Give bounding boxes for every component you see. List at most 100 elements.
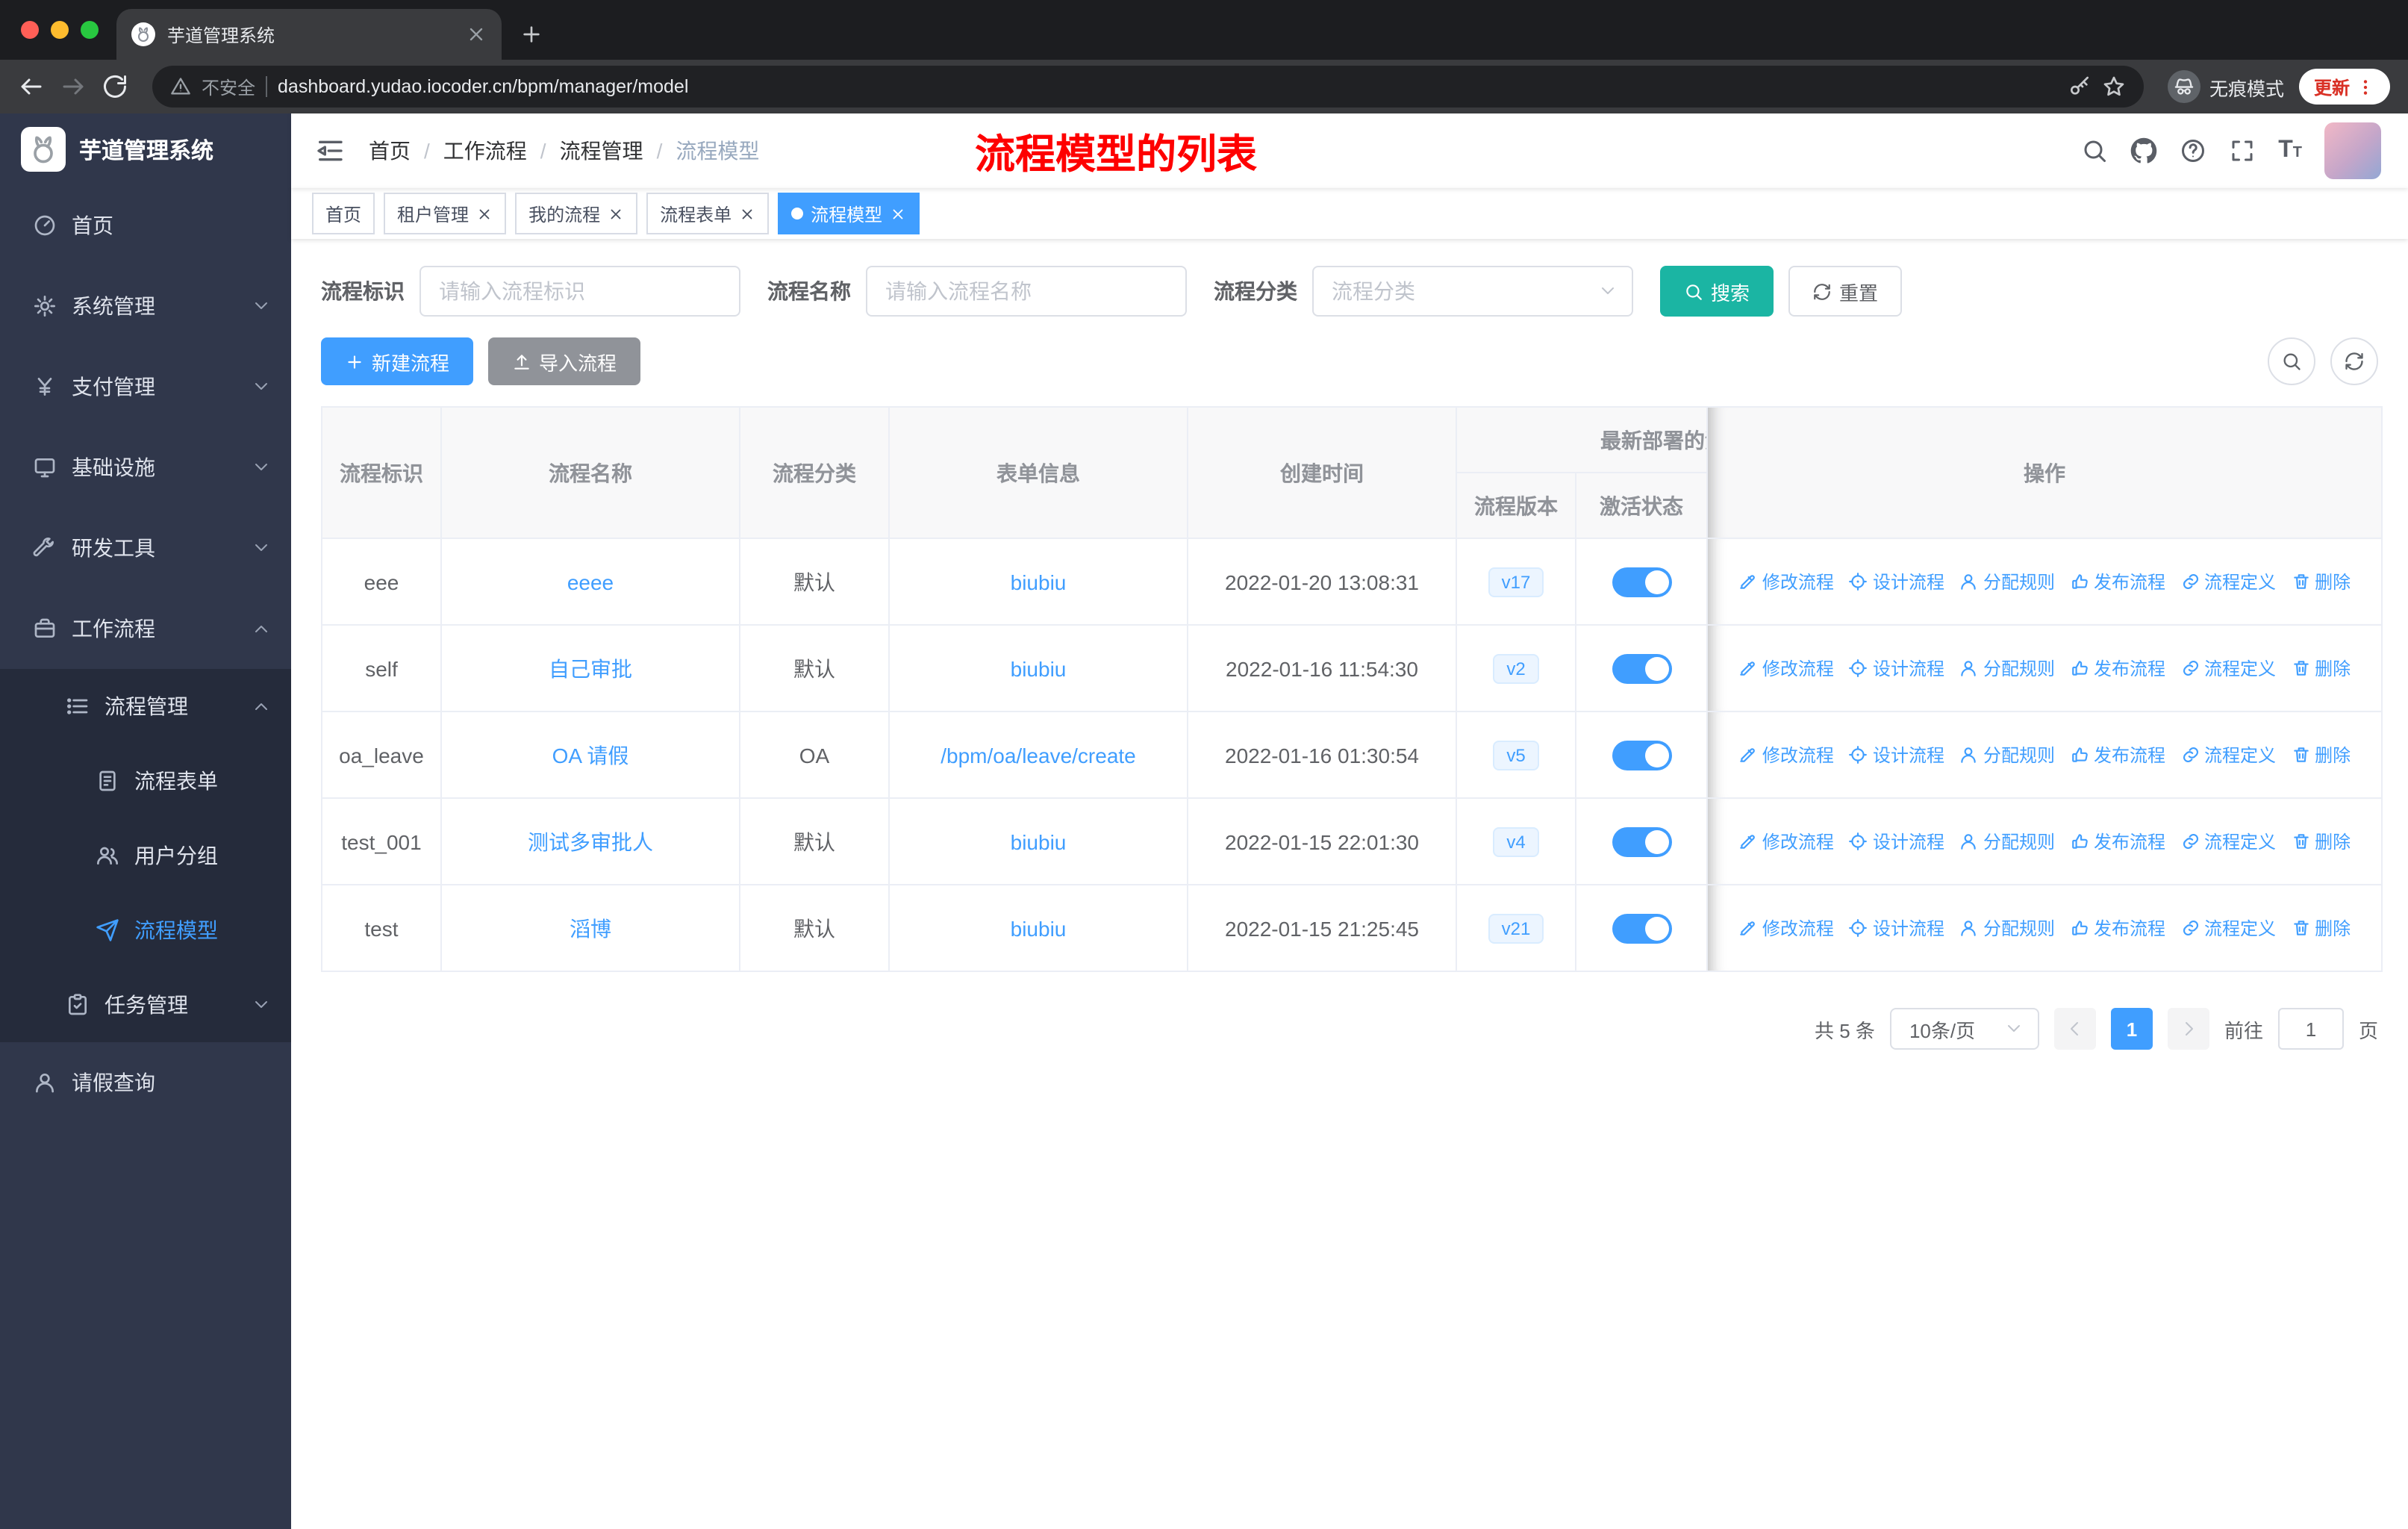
action-修改流程[interactable]: 修改流程 (1738, 915, 1834, 940)
form-info-link[interactable]: biubiu (1011, 916, 1067, 940)
close-icon[interactable] (739, 205, 755, 222)
page-size-select[interactable]: 10条/页 (1889, 1008, 2039, 1050)
model-name-link[interactable]: OA 请假 (552, 743, 629, 767)
sidebar-item-基础设施[interactable]: 基础设施 (0, 427, 291, 508)
action-设计流程[interactable]: 设计流程 (1849, 655, 1944, 680)
sidebar-item-流程管理[interactable]: 流程管理 (0, 669, 291, 744)
form-info-link[interactable]: /bpm/oa/leave/create (941, 743, 1136, 767)
action-发布流程[interactable]: 发布流程 (2070, 741, 2165, 767)
sidebar-fold-icon[interactable] (315, 136, 345, 166)
action-分配规则[interactable]: 分配规则 (1959, 828, 2055, 853)
fullscreen-icon[interactable] (2229, 137, 2256, 164)
breadcrumb-item[interactable]: 流程管理 (560, 136, 643, 166)
action-修改流程[interactable]: 修改流程 (1738, 568, 1834, 594)
tag-流程模型[interactable]: 流程模型 (778, 193, 920, 234)
active-toggle[interactable] (1612, 913, 1671, 943)
sidebar-item-系统管理[interactable]: 系统管理 (0, 266, 291, 346)
action-删除[interactable]: 删除 (2291, 655, 2351, 680)
filter-key-input[interactable] (419, 266, 740, 317)
active-toggle[interactable] (1612, 826, 1671, 856)
action-流程定义[interactable]: 流程定义 (2180, 915, 2276, 940)
close-icon[interactable] (476, 205, 493, 222)
form-info-link[interactable]: biubiu (1011, 570, 1067, 594)
sidebar-item-任务管理[interactable]: 任务管理 (0, 968, 291, 1042)
address-bar[interactable]: 不安全 dashboard.yudao.iocoder.cn/bpm/manag… (152, 66, 2144, 108)
active-toggle[interactable] (1612, 567, 1671, 597)
help-icon[interactable] (2180, 137, 2206, 164)
action-流程定义[interactable]: 流程定义 (2180, 828, 2276, 853)
back-button[interactable] (18, 73, 45, 100)
toggle-search-button[interactable] (2268, 337, 2315, 385)
create-model-button[interactable]: 新建流程 (321, 337, 474, 385)
prev-page-button[interactable] (2053, 1008, 2096, 1050)
action-分配规则[interactable]: 分配规则 (1959, 915, 2055, 940)
import-model-button[interactable]: 导入流程 (488, 337, 641, 385)
breadcrumb-item[interactable]: 工作流程 (443, 136, 527, 166)
action-删除[interactable]: 删除 (2291, 828, 2351, 853)
active-toggle[interactable] (1612, 653, 1671, 683)
security-label[interactable]: 不安全 (202, 74, 255, 99)
app-logo[interactable]: 芋道管理系统 (0, 113, 291, 185)
active-toggle[interactable] (1612, 740, 1671, 770)
bookmark-star-icon[interactable] (2102, 75, 2126, 99)
reload-button[interactable] (102, 73, 128, 100)
browser-tab[interactable]: 芋道管理系统 (116, 9, 502, 60)
action-删除[interactable]: 删除 (2291, 568, 2351, 594)
page-number-button[interactable]: 1 (2110, 1008, 2153, 1050)
font-size-icon[interactable] (2278, 137, 2302, 164)
form-info-link[interactable]: biubiu (1011, 656, 1067, 680)
action-设计流程[interactable]: 设计流程 (1849, 828, 1944, 853)
sidebar-item-工作流程[interactable]: 工作流程 (0, 588, 291, 669)
action-设计流程[interactable]: 设计流程 (1849, 741, 1944, 767)
browser-update-button[interactable]: 更新 (2298, 69, 2390, 105)
sidebar-item-研发工具[interactable]: 研发工具 (0, 508, 291, 588)
action-删除[interactable]: 删除 (2291, 741, 2351, 767)
minimize-window-button[interactable] (51, 21, 69, 39)
new-tab-button[interactable] (520, 22, 543, 46)
model-name-link[interactable]: 滔博 (570, 916, 611, 940)
url-text[interactable]: dashboard.yudao.iocoder.cn/bpm/manager/m… (278, 76, 688, 97)
action-设计流程[interactable]: 设计流程 (1849, 568, 1944, 594)
tag-首页[interactable]: 首页 (312, 193, 375, 234)
forward-button[interactable] (60, 73, 87, 100)
action-发布流程[interactable]: 发布流程 (2070, 655, 2165, 680)
action-发布流程[interactable]: 发布流程 (2070, 915, 2165, 940)
action-发布流程[interactable]: 发布流程 (2070, 568, 2165, 594)
model-name-link[interactable]: 测试多审批人 (528, 829, 653, 853)
sidebar-item-支付管理[interactable]: 支付管理 (0, 346, 291, 427)
action-删除[interactable]: 删除 (2291, 915, 2351, 940)
form-info-link[interactable]: biubiu (1011, 829, 1067, 853)
tag-租户管理[interactable]: 租户管理 (384, 193, 507, 234)
sidebar-item-流程表单[interactable]: 流程表单 (0, 744, 291, 818)
action-分配规则[interactable]: 分配规则 (1959, 655, 2055, 680)
maximize-window-button[interactable] (81, 21, 99, 39)
filter-category-select[interactable]: 流程分类 (1312, 266, 1633, 317)
search-button[interactable]: 搜索 (1660, 266, 1774, 317)
next-page-button[interactable] (2167, 1008, 2209, 1050)
sidebar-item-首页[interactable]: 首页 (0, 185, 291, 266)
model-name-link[interactable]: 自己审批 (549, 656, 632, 680)
tag-流程表单[interactable]: 流程表单 (646, 193, 770, 234)
action-修改流程[interactable]: 修改流程 (1738, 828, 1834, 853)
github-icon[interactable] (2130, 137, 2157, 164)
action-发布流程[interactable]: 发布流程 (2070, 828, 2165, 853)
tag-我的流程[interactable]: 我的流程 (515, 193, 638, 234)
browser-menu-icon[interactable] (2356, 77, 2375, 96)
user-avatar[interactable] (2324, 122, 2381, 179)
model-name-link[interactable]: eeee (567, 570, 614, 594)
sidebar-item-流程模型[interactable]: 流程模型 (0, 893, 291, 968)
close-icon[interactable] (890, 205, 906, 222)
key-icon[interactable] (2068, 75, 2092, 99)
tab-close-icon[interactable] (466, 24, 487, 45)
close-icon[interactable] (608, 205, 624, 222)
action-修改流程[interactable]: 修改流程 (1738, 741, 1834, 767)
goto-page-input[interactable] (2277, 1008, 2344, 1050)
action-修改流程[interactable]: 修改流程 (1738, 655, 1834, 680)
action-流程定义[interactable]: 流程定义 (2180, 568, 2276, 594)
action-流程定义[interactable]: 流程定义 (2180, 741, 2276, 767)
sidebar-item-用户分组[interactable]: 用户分组 (0, 818, 291, 893)
action-设计流程[interactable]: 设计流程 (1849, 915, 1944, 940)
action-分配规则[interactable]: 分配规则 (1959, 568, 2055, 594)
reset-button[interactable]: 重置 (1788, 266, 1903, 317)
action-分配规则[interactable]: 分配规则 (1959, 741, 2055, 767)
